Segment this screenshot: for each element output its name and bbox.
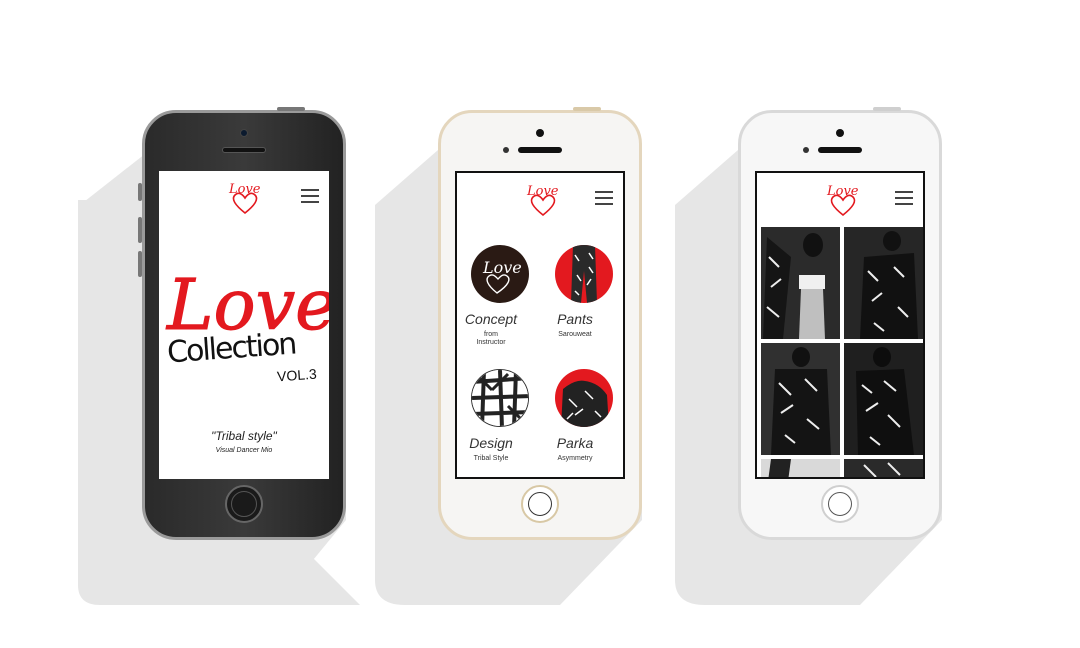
pants-tile-image[interactable] [555, 245, 613, 303]
hamburger-menu-icon[interactable] [895, 191, 913, 205]
volume-down-button [138, 251, 142, 277]
collection-title: Collection [165, 326, 297, 371]
design-title[interactable]: Design [457, 435, 531, 451]
parka-title[interactable]: Parka [535, 435, 615, 451]
svg-text:Love: Love [826, 184, 859, 199]
earpiece-speaker [222, 147, 266, 153]
hamburger-menu-icon[interactable] [595, 191, 613, 205]
volume-label: VOL.3 [276, 365, 318, 385]
volume-up-button [138, 217, 142, 243]
power-button [573, 107, 601, 111]
pants-subtitle: Sarouweat [558, 331, 592, 338]
love-heart-logo[interactable]: Love [823, 179, 863, 219]
svg-text:Love: Love [526, 184, 559, 199]
home-button[interactable] [521, 485, 559, 523]
front-camera [536, 129, 544, 137]
concept-title[interactable]: Concept [457, 311, 531, 327]
gallery-photo[interactable] [761, 227, 840, 339]
parka-tile-image[interactable] [555, 369, 613, 427]
power-button [277, 107, 305, 111]
pants-title[interactable]: Pants [535, 311, 615, 327]
proximity-sensor [803, 147, 809, 153]
home-button[interactable] [821, 485, 859, 523]
concept-subtitle: from Instructor [476, 331, 506, 346]
tagline: "Tribal style" [211, 429, 277, 443]
screen-menu-grid: Love Love Concept from Instructor Pants … [455, 171, 625, 479]
parka-subtitle: Asymmetry [557, 455, 593, 462]
gallery-photo[interactable] [761, 343, 840, 455]
design-subtitle: Tribal Style [473, 455, 509, 462]
gallery-photo[interactable] [761, 459, 840, 477]
love-heart-logo[interactable]: Love [523, 179, 563, 219]
gallery-photo[interactable] [844, 227, 923, 339]
home-button[interactable] [225, 485, 263, 523]
phone-gold: Love Love Concept from Instructor Pants … [438, 107, 642, 540]
concept-tile-image[interactable]: Love [471, 245, 529, 303]
phone-silver: Love [738, 107, 942, 540]
byline: Visual Dancer Mio [215, 447, 273, 454]
gallery-photo[interactable] [844, 459, 923, 477]
mute-switch [138, 183, 142, 201]
gallery-photo[interactable] [844, 343, 923, 455]
screen-photo-gallery: Love [755, 171, 925, 479]
front-camera [240, 129, 248, 137]
earpiece-speaker [818, 147, 862, 153]
hamburger-menu-icon[interactable] [301, 189, 319, 203]
phone-black: Love Love Collection VOL.3 "Tribal style… [138, 107, 346, 540]
proximity-sensor [503, 147, 509, 153]
earpiece-speaker [518, 147, 562, 153]
svg-text:Love: Love [228, 182, 261, 197]
screen-collection-cover: Love Love Collection VOL.3 "Tribal style… [159, 171, 329, 479]
power-button [873, 107, 901, 111]
love-heart-logo[interactable]: Love [225, 177, 265, 217]
svg-text:Love: Love [482, 258, 522, 277]
design-tile-image[interactable] [471, 369, 529, 427]
front-camera [836, 129, 844, 137]
